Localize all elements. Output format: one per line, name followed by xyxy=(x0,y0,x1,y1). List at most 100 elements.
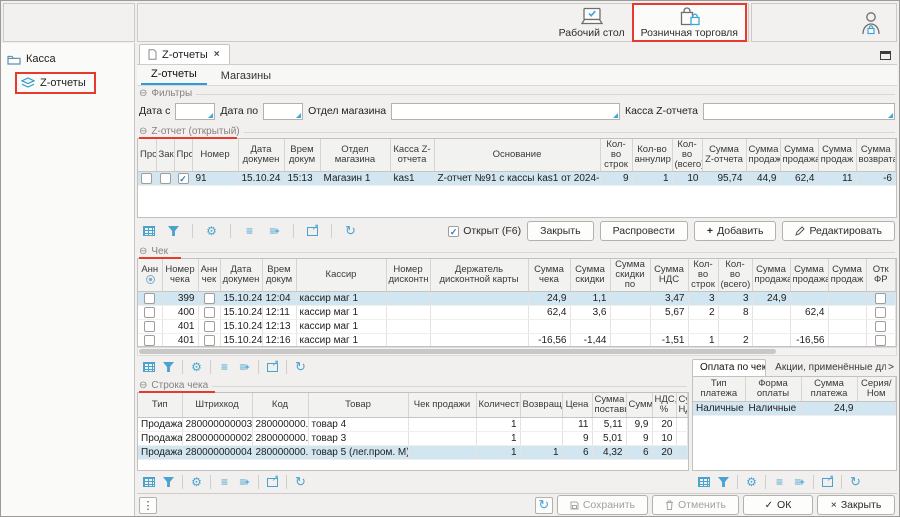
date-from-input[interactable] xyxy=(176,106,214,121)
column-header[interactable]: Сумма поставщик xyxy=(592,393,626,417)
check-row[interactable]: 401 15.10.24 12:13 кассир маг 1 xyxy=(138,320,896,334)
column-header[interactable]: Дата докумен xyxy=(220,259,262,292)
tab-desktop[interactable]: Рабочий стол xyxy=(551,4,633,41)
column-header[interactable]: Про xyxy=(174,139,192,172)
add-button[interactable]: +Добавить xyxy=(694,221,777,241)
check-row[interactable]: 399 15.10.24 12:04 кассир маг 1 24,9 1,1… xyxy=(138,292,896,306)
column-header[interactable]: НДС, % xyxy=(652,393,676,417)
settings-gear-icon[interactable]: ⚙ xyxy=(187,473,206,491)
list-add-icon[interactable]: ≡+ xyxy=(790,473,809,491)
tab-retail-trade[interactable]: Розничная торговля xyxy=(633,4,746,41)
column-header[interactable]: Кассир xyxy=(296,259,386,292)
list-icon[interactable]: ≡ xyxy=(770,473,789,491)
column-header[interactable]: Сумма продаж xyxy=(828,259,866,292)
checkbox[interactable] xyxy=(144,321,155,332)
save-button[interactable]: Сохранить xyxy=(557,495,648,515)
table-grid-icon[interactable] xyxy=(139,473,158,491)
refresh-icon[interactable]: ↻ xyxy=(291,358,310,376)
collapse-icon[interactable]: ⊖ xyxy=(139,127,147,137)
column-header[interactable]: Держатель дисконтной карты xyxy=(430,259,528,292)
close-report-button[interactable]: Закрыть xyxy=(527,221,593,241)
filter-icon[interactable] xyxy=(159,358,178,376)
column-header[interactable]: Сумма продажа xyxy=(790,259,828,292)
column-header[interactable]: Серия/Ном xyxy=(857,377,896,401)
column-header[interactable]: Штрихкод xyxy=(182,393,252,417)
close-tab-icon[interactable]: × xyxy=(213,49,221,60)
column-header[interactable]: Дата докумен xyxy=(238,139,284,172)
scroll-tabs-right-icon[interactable]: > xyxy=(888,362,897,376)
settings-gear-icon[interactable]: ⚙ xyxy=(187,358,206,376)
column-header[interactable]: Кол-во аннулир xyxy=(632,139,672,172)
column-header[interactable]: Кол-во (всего) xyxy=(672,139,702,172)
checkbox[interactable] xyxy=(204,335,215,346)
checkbox-checked[interactable]: ✓ xyxy=(448,226,459,237)
filter-icon[interactable] xyxy=(159,473,178,491)
refresh-icon[interactable]: ↻ xyxy=(846,473,865,491)
settings-gear-icon[interactable]: ⚙ xyxy=(742,473,761,491)
edit-button[interactable]: Редактировать xyxy=(782,221,895,241)
check-line-row[interactable]: Продажа 2800000000035 280000000... товар… xyxy=(138,417,688,431)
column-header[interactable]: Закр xyxy=(156,139,174,172)
column-header[interactable]: Отдел магазина xyxy=(320,139,390,172)
user-icon[interactable] xyxy=(860,10,882,36)
column-header[interactable]: Основание xyxy=(434,139,600,172)
checkbox[interactable] xyxy=(875,321,886,332)
more-menu-button[interactable]: ⋮ xyxy=(139,497,157,514)
column-header[interactable]: Су НД xyxy=(676,393,688,417)
checkbox-checked[interactable]: ✓ xyxy=(178,173,189,184)
column-header[interactable]: Кол-во строк xyxy=(600,139,632,172)
column-header[interactable]: Номер xyxy=(192,139,238,172)
column-header[interactable]: Номер чека xyxy=(162,259,198,292)
refresh-button[interactable]: ↻ xyxy=(535,497,553,514)
column-header[interactable]: Тип платежа xyxy=(693,377,745,401)
unpost-button[interactable]: Распровести xyxy=(600,221,688,241)
subtab-stores[interactable]: Магазины xyxy=(211,68,281,85)
settings-gear-icon[interactable]: ⚙ xyxy=(202,222,221,240)
tab-payment[interactable]: Оплата по чеку xyxy=(692,359,766,376)
table-grid-icon[interactable] xyxy=(139,358,158,376)
column-header[interactable]: Касса Z-отчета xyxy=(390,139,434,172)
table-grid-icon[interactable] xyxy=(139,222,158,240)
tab-promotions[interactable]: Акции, применённые для стр... xyxy=(768,360,886,376)
column-header[interactable]: Сумма продаж xyxy=(818,139,856,172)
check-row[interactable]: 401 15.10.24 12:16 кассир маг 1 -16,56 -… xyxy=(138,334,896,348)
column-header[interactable]: Количество xyxy=(476,393,520,417)
column-header[interactable]: Цена xyxy=(562,393,592,417)
column-header[interactable]: Сумма продажа xyxy=(746,139,780,172)
refresh-icon[interactable]: ↻ xyxy=(341,222,360,240)
column-header[interactable]: Возвращен xyxy=(520,393,562,417)
column-header[interactable]: Кол-во строк xyxy=(688,259,718,292)
column-header[interactable]: Сумма продажа xyxy=(780,139,818,172)
column-header[interactable]: Сумма скидки xyxy=(570,259,610,292)
department-input[interactable] xyxy=(392,106,619,121)
open-in-window-icon[interactable]: ↗ xyxy=(303,222,322,240)
column-header[interactable]: Сумма xyxy=(626,393,652,417)
column-header[interactable]: Отк ФР xyxy=(866,259,896,292)
column-header[interactable]: Сумма продажа xyxy=(752,259,790,292)
table-grid-icon[interactable] xyxy=(694,473,713,491)
document-tab-z-reports[interactable]: Z-отчеты × xyxy=(139,44,230,64)
list-add-icon[interactable]: ≡+ xyxy=(265,222,284,240)
checkbox[interactable] xyxy=(875,307,886,318)
open-in-window-icon[interactable]: ↗ xyxy=(818,473,837,491)
column-header[interactable]: Сумма платежа xyxy=(801,377,857,401)
checkbox[interactable] xyxy=(204,321,215,332)
refresh-icon[interactable]: ↻ xyxy=(291,473,310,491)
collapse-icon[interactable]: ⊖ xyxy=(139,381,147,391)
checkbox[interactable] xyxy=(204,293,215,304)
scrollbar-thumb[interactable] xyxy=(139,349,776,354)
column-header[interactable]: Сумма Z-отчета xyxy=(702,139,746,172)
column-header[interactable]: Тип xyxy=(138,393,182,417)
collapse-icon[interactable]: ⊖ xyxy=(139,247,147,257)
payment-row[interactable]: Наличные Наличные 24,9 xyxy=(693,401,896,415)
column-header[interactable]: Врем докум xyxy=(262,259,296,292)
column-header-ann[interactable]: Анн xyxy=(138,259,162,292)
cash-input[interactable] xyxy=(704,106,894,121)
sidebar-item-z-reports[interactable]: Z-отчеты xyxy=(17,74,94,92)
checkbox[interactable] xyxy=(141,173,152,184)
column-header[interactable]: Сумма возврата xyxy=(856,139,896,172)
checkbox[interactable] xyxy=(160,173,171,184)
list-icon[interactable]: ≡ xyxy=(240,222,259,240)
checkbox[interactable] xyxy=(204,307,215,318)
column-header[interactable]: Товар xyxy=(308,393,408,417)
